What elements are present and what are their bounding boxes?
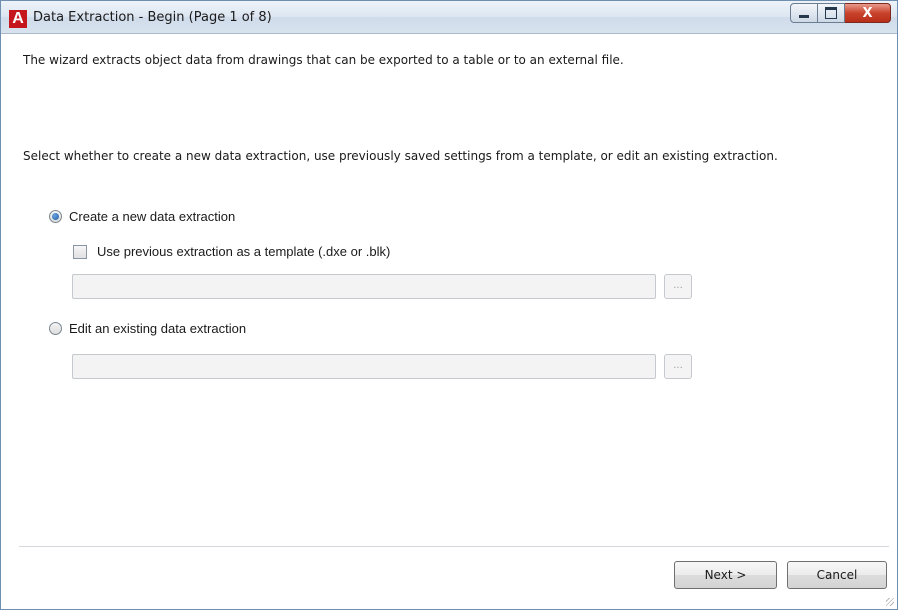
close-button[interactable]: X	[845, 3, 891, 23]
data-extraction-dialog: A Data Extraction - Begin (Page 1 of 8) …	[0, 0, 898, 610]
cancel-button[interactable]: Cancel	[787, 561, 887, 589]
minimize-button[interactable]	[790, 3, 818, 23]
intro-text: The wizard extracts object data from dra…	[23, 53, 624, 67]
autocad-logo-icon: A	[9, 10, 27, 28]
maximize-icon	[825, 7, 837, 19]
maximize-button[interactable]	[818, 3, 845, 23]
create-new-label: Create a new data extraction	[69, 209, 236, 224]
footer-divider	[19, 546, 889, 548]
use-template-option[interactable]: Use previous extraction as a template (.…	[73, 244, 390, 259]
edit-existing-label: Edit an existing data extraction	[69, 321, 247, 336]
edit-existing-option[interactable]: Edit an existing data extraction	[49, 321, 246, 336]
use-template-checkbox[interactable]	[73, 244, 87, 259]
close-icon: X	[862, 5, 873, 21]
edit-existing-radio[interactable]	[49, 322, 62, 335]
resize-grip-icon[interactable]	[886, 598, 894, 606]
minimize-icon	[799, 15, 809, 18]
existing-path-field[interactable]	[72, 354, 656, 379]
next-button[interactable]: Next >	[674, 561, 777, 589]
instruction-text: Select whether to create a new data extr…	[23, 149, 778, 163]
create-new-radio[interactable]	[49, 210, 62, 223]
use-template-label: Use previous extraction as a template (.…	[97, 244, 391, 259]
window-title: Data Extraction - Begin (Page 1 of 8)	[33, 10, 272, 25]
title-bar[interactable]: A Data Extraction - Begin (Page 1 of 8) …	[1, 1, 897, 34]
template-path-field[interactable]	[72, 274, 656, 299]
existing-browse-button[interactable]: ...	[664, 354, 692, 379]
window-controls: X	[790, 3, 891, 25]
create-new-option[interactable]: Create a new data extraction	[49, 209, 235, 224]
template-browse-button[interactable]: ...	[664, 274, 692, 299]
